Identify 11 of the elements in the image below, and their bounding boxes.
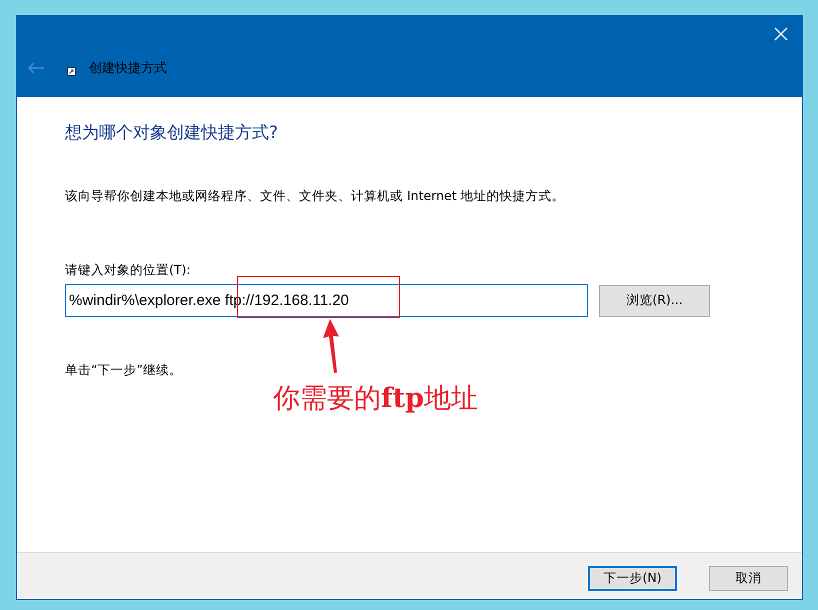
dialog-button[interactable]: 取消 xyxy=(709,566,788,591)
browse-button[interactable]: 浏览(R)... xyxy=(599,284,710,316)
annotation-text: 你需要的ftp地址 xyxy=(273,382,478,416)
description-text: 该向导帮你创建本地或网络程序、文件、文件夹、计算机或 Internet 地址的快捷方式。 xyxy=(65,188,566,205)
close-icon[interactable] xyxy=(774,27,788,41)
continue-hint: 单击“下一步”继续。 xyxy=(65,362,183,379)
window-title: 创建快捷方式 xyxy=(89,60,167,77)
location-label: 请键入对象的位置(T): xyxy=(65,262,192,279)
shortcut-icon xyxy=(67,66,76,76)
wizard-heading: 想为哪个对象创建快捷方式? xyxy=(65,122,280,144)
dialog-button[interactable]: 下一步(N) xyxy=(588,566,677,591)
